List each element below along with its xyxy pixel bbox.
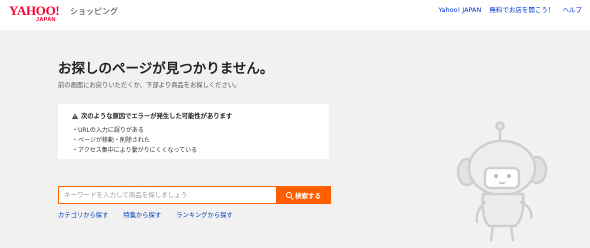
service-name[interactable]: ショッピング [70, 7, 118, 17]
search-button-label: 検索する [295, 192, 321, 200]
search-button[interactable]: 検索する [276, 186, 331, 204]
main-content: お探しのページが見つかりません。 前の画面にお戻りいただくか、下部より商品をお探… [0, 30, 590, 248]
header-links: Yahoo! JAPAN 無料でお店を開こう！ ヘルプ [432, 6, 582, 15]
error-reasons-heading-text: 次のような原因でエラーが発生した可能性があります [81, 113, 233, 120]
search-icon [286, 192, 292, 198]
page-subtitle: 前の画面にお戻りいただくか、下部より商品をお探しください。 [58, 82, 241, 89]
error-reasons-list: URLの入力に誤りがある ページが移動・削除された アクセス集中により繋がりにく… [72, 126, 197, 156]
header: YAHOO! JAPAN ショッピング Yahoo! JAPAN 無料でお店を開… [0, 0, 590, 30]
search-input[interactable] [58, 186, 276, 204]
list-item: URLの入力に誤りがある [72, 126, 197, 136]
list-item: ページが移動・削除された [72, 136, 197, 146]
link-browse-category[interactable]: カテゴリから探す [58, 212, 108, 219]
logo-text: YAHOO! [9, 3, 60, 18]
link-browse-features[interactable]: 特集から探す [123, 212, 161, 219]
search-form: 検索する [58, 186, 331, 204]
logo-subtext: JAPAN [36, 17, 56, 23]
list-item: アクセス集中により繋がりにくくなっている [72, 146, 197, 156]
error-reasons-box: 次のような原因でエラーが発生した可能性があります URLの入力に誤りがある ペー… [58, 104, 329, 159]
browse-links: カテゴリから探す 特集から探す ランキングから探す [58, 211, 246, 220]
yahoo-japan-logo[interactable]: YAHOO! JAPAN [9, 4, 73, 26]
page-title: お探しのページが見つかりません。 [58, 61, 274, 77]
mascot-illustration [456, 121, 548, 242]
header-link-open-store[interactable]: 無料でお店を開こう！ [489, 6, 554, 14]
header-link-yahoo-japan[interactable]: Yahoo! JAPAN [438, 6, 481, 14]
header-link-help[interactable]: ヘルプ [563, 6, 583, 14]
link-browse-ranking[interactable]: ランキングから探す [176, 212, 232, 219]
error-reasons-heading: 次のような原因でエラーが発生した可能性があります [72, 112, 232, 121]
warning-icon [72, 113, 78, 119]
